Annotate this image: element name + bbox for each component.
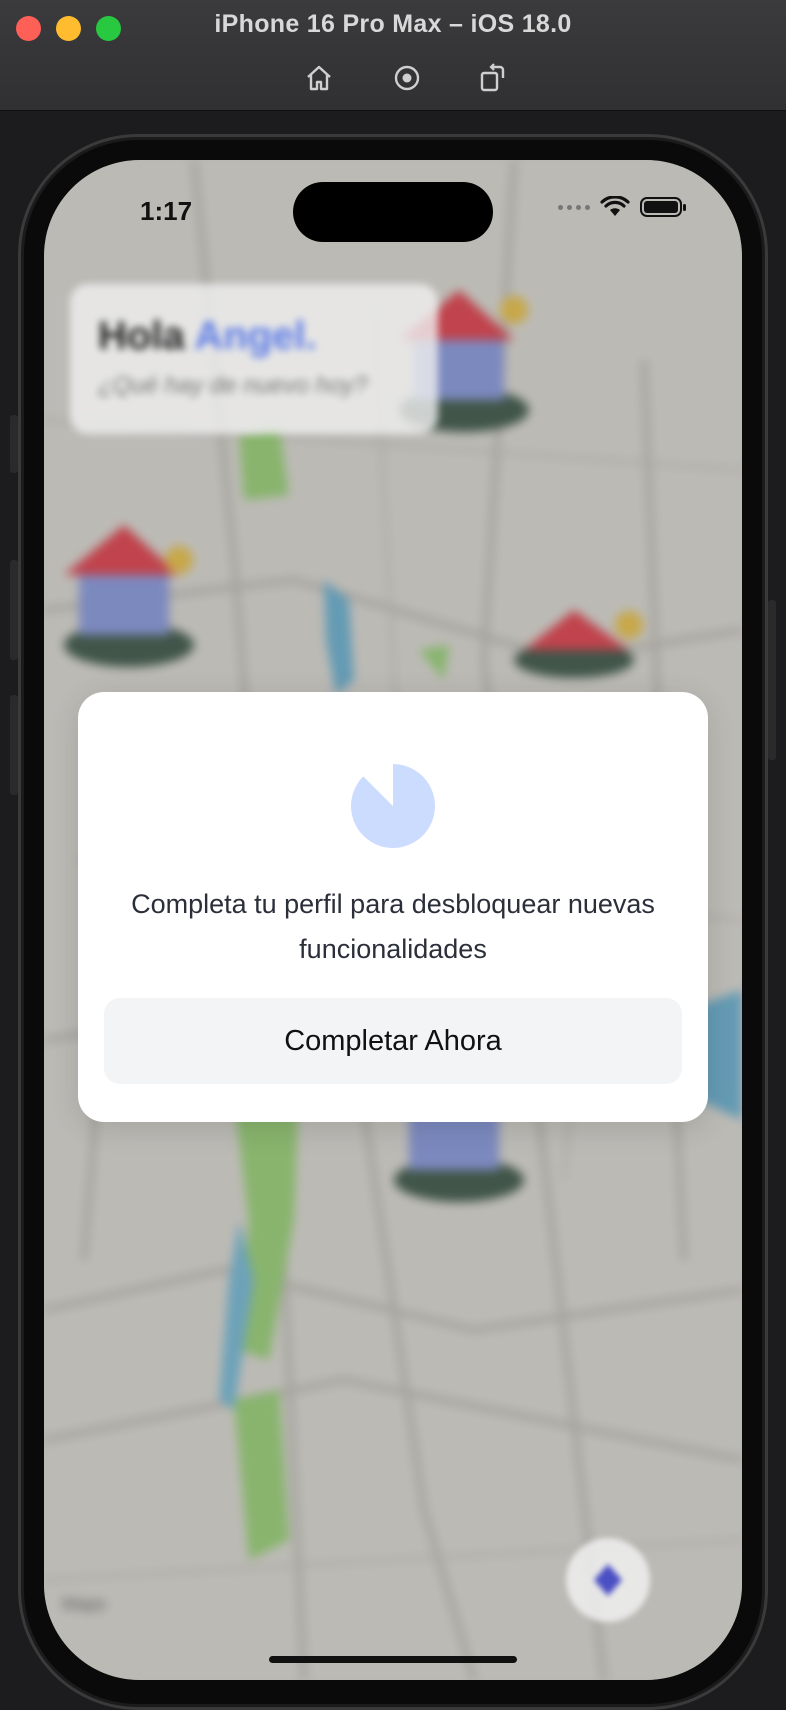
screenshot-icon <box>394 65 420 91</box>
locate-me-button[interactable] <box>566 1538 650 1622</box>
home-icon <box>307 65 331 91</box>
dynamic-island <box>293 182 493 242</box>
simulator-titlebar: iPhone 16 Pro Max – iOS 18.0 <box>0 0 786 111</box>
profile-completion-modal: Completa tu perfil para desbloquear nuev… <box>78 692 708 1122</box>
battery-icon <box>640 197 686 217</box>
status-icons <box>558 196 686 218</box>
home-button[interactable] <box>301 60 337 96</box>
complete-now-button[interactable]: Completar Ahora <box>104 998 682 1084</box>
greeting-hello: Hola <box>98 314 185 358</box>
cellular-signal-icon <box>558 204 590 210</box>
screenshot-button[interactable] <box>389 60 425 96</box>
device-screen: Maps Hola Angel. ¿Qué hay de nuevo hoy? … <box>44 160 742 1680</box>
volume-down-button <box>10 695 18 795</box>
action-button <box>10 415 18 473</box>
modal-message: Completa tu perfil para desbloquear nuev… <box>131 889 655 964</box>
greeting-card: Hola Angel. ¿Qué hay de nuevo hoy? <box>70 284 438 434</box>
location-icon <box>594 1564 622 1596</box>
home-indicator[interactable] <box>269 1656 517 1663</box>
volume-up-button <box>10 560 18 660</box>
pie-progress-icon <box>350 764 435 848</box>
greeting-subtitle: ¿Qué hay de nuevo hoy? <box>98 372 368 399</box>
wifi-icon <box>600 196 630 216</box>
greeting-title: Hola Angel. <box>98 314 317 359</box>
rotate-icon <box>480 63 505 92</box>
window-title: iPhone 16 Pro Max – iOS 18.0 <box>214 10 572 38</box>
power-button <box>768 600 776 760</box>
status-time: 1:17 <box>140 196 193 226</box>
greeting-name: Angel. <box>194 314 317 358</box>
rotate-button[interactable] <box>474 60 510 96</box>
